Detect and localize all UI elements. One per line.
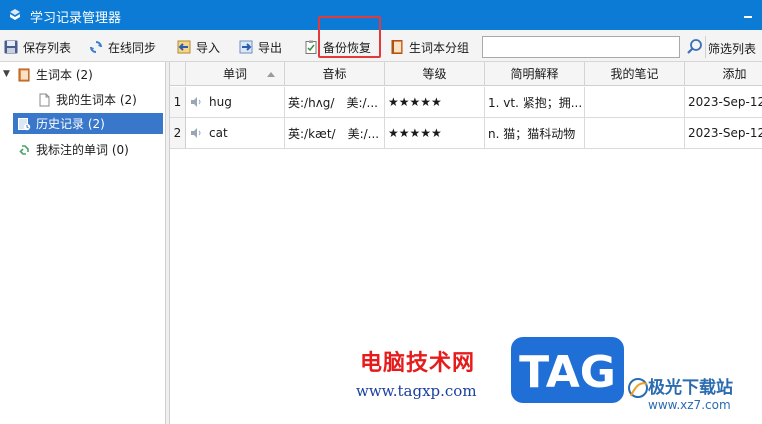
save-list-button[interactable]: 保存列表: [3, 36, 71, 58]
search-icon[interactable]: [684, 36, 706, 58]
watermark-site-url: www.tagxp.com: [356, 382, 477, 400]
wordbook-group-button[interactable]: 生词本分组: [389, 36, 469, 58]
expand-caret-icon[interactable]: ▼: [3, 69, 10, 79]
filter-list-label[interactable]: 筛选列表: [708, 40, 756, 57]
tree-item-my-wordbook-label: 我的生词本 (2): [56, 93, 137, 107]
table-cell-added[interactable]: 2023-Sep-12: [685, 87, 762, 118]
document-icon: [39, 93, 50, 106]
save-list-label: 保存列表: [23, 40, 72, 55]
watermark-tag-logo: TAG: [511, 337, 624, 403]
column-header-phonetic[interactable]: 音标: [285, 62, 385, 86]
speaker-icon[interactable]: [189, 95, 203, 109]
column-header-note[interactable]: 我的笔记: [585, 62, 685, 86]
tree-item-my-wordbook[interactable]: 我的生词本 (2): [37, 89, 163, 110]
clipboard-icon: [305, 40, 317, 54]
minimize-button[interactable]: [740, 4, 754, 24]
book-icon: [391, 40, 403, 54]
title-bar: 学习记录管理器: [0, 0, 762, 30]
watermark-site2-url: www.xz7.com: [648, 398, 731, 412]
save-icon: [4, 40, 18, 54]
table-cell-level[interactable]: ★★★★★: [385, 118, 485, 149]
watermark-site2-name: 极光下载站: [648, 378, 733, 398]
tree-item-wordbook[interactable]: 生词本 (2): [17, 64, 163, 85]
search-input[interactable]: [482, 36, 680, 58]
tree-item-marked-words[interactable]: 我标注的单词 (0): [17, 139, 163, 160]
import-icon: [177, 40, 191, 54]
watermark-site-name: 电脑技术网: [360, 351, 476, 376]
table-cell-definition[interactable]: 1. vt. 紧抱；拥...: [485, 87, 585, 118]
column-header-added[interactable]: 添加: [685, 62, 762, 86]
table-cell-phonetic[interactable]: 英:/hʌg/ 美:/...: [285, 87, 385, 118]
wordbook-group-label: 生词本分组: [409, 40, 470, 55]
export-button[interactable]: 导出: [238, 36, 282, 58]
table-cell-added[interactable]: 2023-Sep-12: [685, 118, 762, 149]
table-cell-definition[interactable]: n. 猫；猫科动物: [485, 118, 585, 149]
link-icon: [19, 144, 29, 155]
export-icon: [239, 40, 253, 54]
tree-item-history-label: 历史记录 (2): [36, 117, 105, 131]
online-sync-button[interactable]: 在线同步: [88, 36, 156, 58]
watermark-tag-text: TAG: [519, 347, 616, 398]
sync-icon: [90, 41, 102, 53]
sort-ascending-icon: [267, 72, 275, 77]
tree-item-wordbook-label: 生词本 (2): [36, 68, 93, 82]
table-cell-level[interactable]: ★★★★★: [385, 87, 485, 118]
tree-item-marked-words-label: 我标注的单词 (0): [36, 143, 129, 157]
column-header-definition[interactable]: 简明解释: [485, 62, 585, 86]
export-label: 导出: [258, 40, 283, 55]
speaker-icon[interactable]: [189, 126, 203, 140]
table-cell-note[interactable]: [585, 118, 685, 149]
toolbar-separator: [705, 36, 706, 58]
column-header-level[interactable]: 等级: [385, 62, 485, 86]
row-number: 2: [170, 118, 186, 149]
book-icon: [18, 68, 30, 81]
table-cell-note[interactable]: [585, 87, 685, 118]
row-number: 1: [170, 87, 186, 118]
table-cell-word[interactable]: cat: [186, 118, 285, 149]
app-icon: [10, 9, 20, 20]
online-sync-label: 在线同步: [108, 40, 157, 55]
history-icon: [18, 117, 31, 130]
import-label: 导入: [196, 40, 221, 55]
highlight-box: [318, 16, 381, 58]
tree-item-history[interactable]: 历史记录 (2): [13, 113, 163, 134]
window-title: 学习记录管理器: [30, 11, 122, 26]
table-cell-word[interactable]: hug: [186, 87, 285, 118]
import-button[interactable]: 导入: [176, 36, 220, 58]
table-cell-phonetic[interactable]: 英:/kæt/ 美:/...: [285, 118, 385, 149]
table-corner-header: [170, 62, 186, 86]
